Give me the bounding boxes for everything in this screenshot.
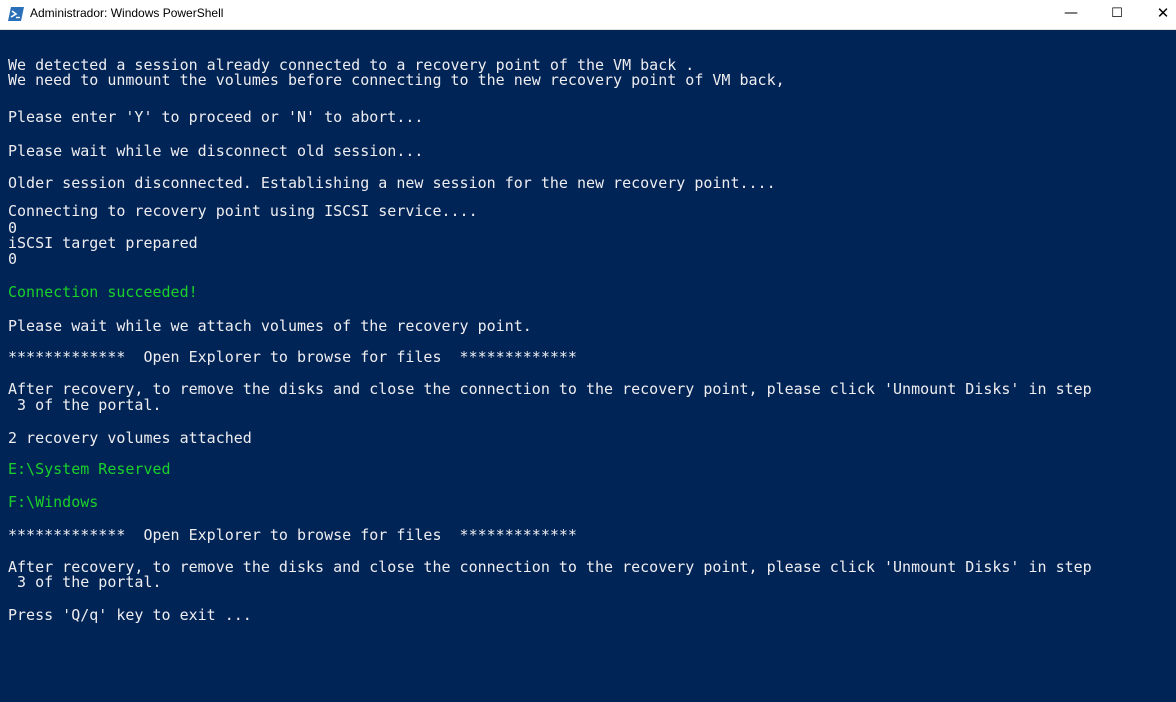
console-line: Please wait while we disconnect old sess…: [8, 142, 424, 160]
console-line: 3 of the portal.: [8, 573, 162, 591]
powershell-window: Administrador: Windows PowerShell — ☐ ✕ …: [0, 0, 1176, 702]
console-line: Press 'Q/q' key to exit ...: [8, 606, 252, 624]
console-line: Connecting to recovery point using ISCSI…: [8, 202, 478, 220]
close-button[interactable]: ✕: [1140, 0, 1176, 29]
console-line: 2 recovery volumes attached: [8, 429, 252, 447]
console-line-volume: F:\Windows: [8, 493, 99, 511]
console-line-volume: E:\System Reserved: [8, 460, 171, 478]
console-line: 3 of the portal.: [8, 396, 162, 414]
powershell-icon: [8, 7, 24, 21]
console-line: Please wait while we attach volumes of t…: [8, 317, 532, 335]
maximize-button[interactable]: ☐: [1094, 0, 1140, 29]
window-title: Administrador: Windows PowerShell: [30, 6, 224, 20]
console-line: We need to unmount the volumes before co…: [8, 71, 785, 89]
console-line: After recovery, to remove the disks and …: [8, 380, 1092, 398]
console-output[interactable]: We detected a session already connected …: [0, 30, 1176, 702]
console-line: iSCSI target prepared: [8, 234, 198, 252]
console-line: 0: [8, 250, 18, 268]
console-line: Older session disconnected. Establishing…: [8, 174, 776, 192]
console-line: ************* Open Explorer to browse fo…: [8, 526, 577, 544]
console-line-success: Connection succeeded!: [8, 283, 198, 301]
console-line: After recovery, to remove the disks and …: [8, 558, 1092, 576]
minimize-button[interactable]: —: [1048, 0, 1094, 29]
console-line: Please enter 'Y' to proceed or 'N' to ab…: [8, 108, 424, 126]
console-line: ************* Open Explorer to browse fo…: [8, 348, 577, 366]
title-bar[interactable]: Administrador: Windows PowerShell — ☐ ✕: [0, 0, 1176, 30]
